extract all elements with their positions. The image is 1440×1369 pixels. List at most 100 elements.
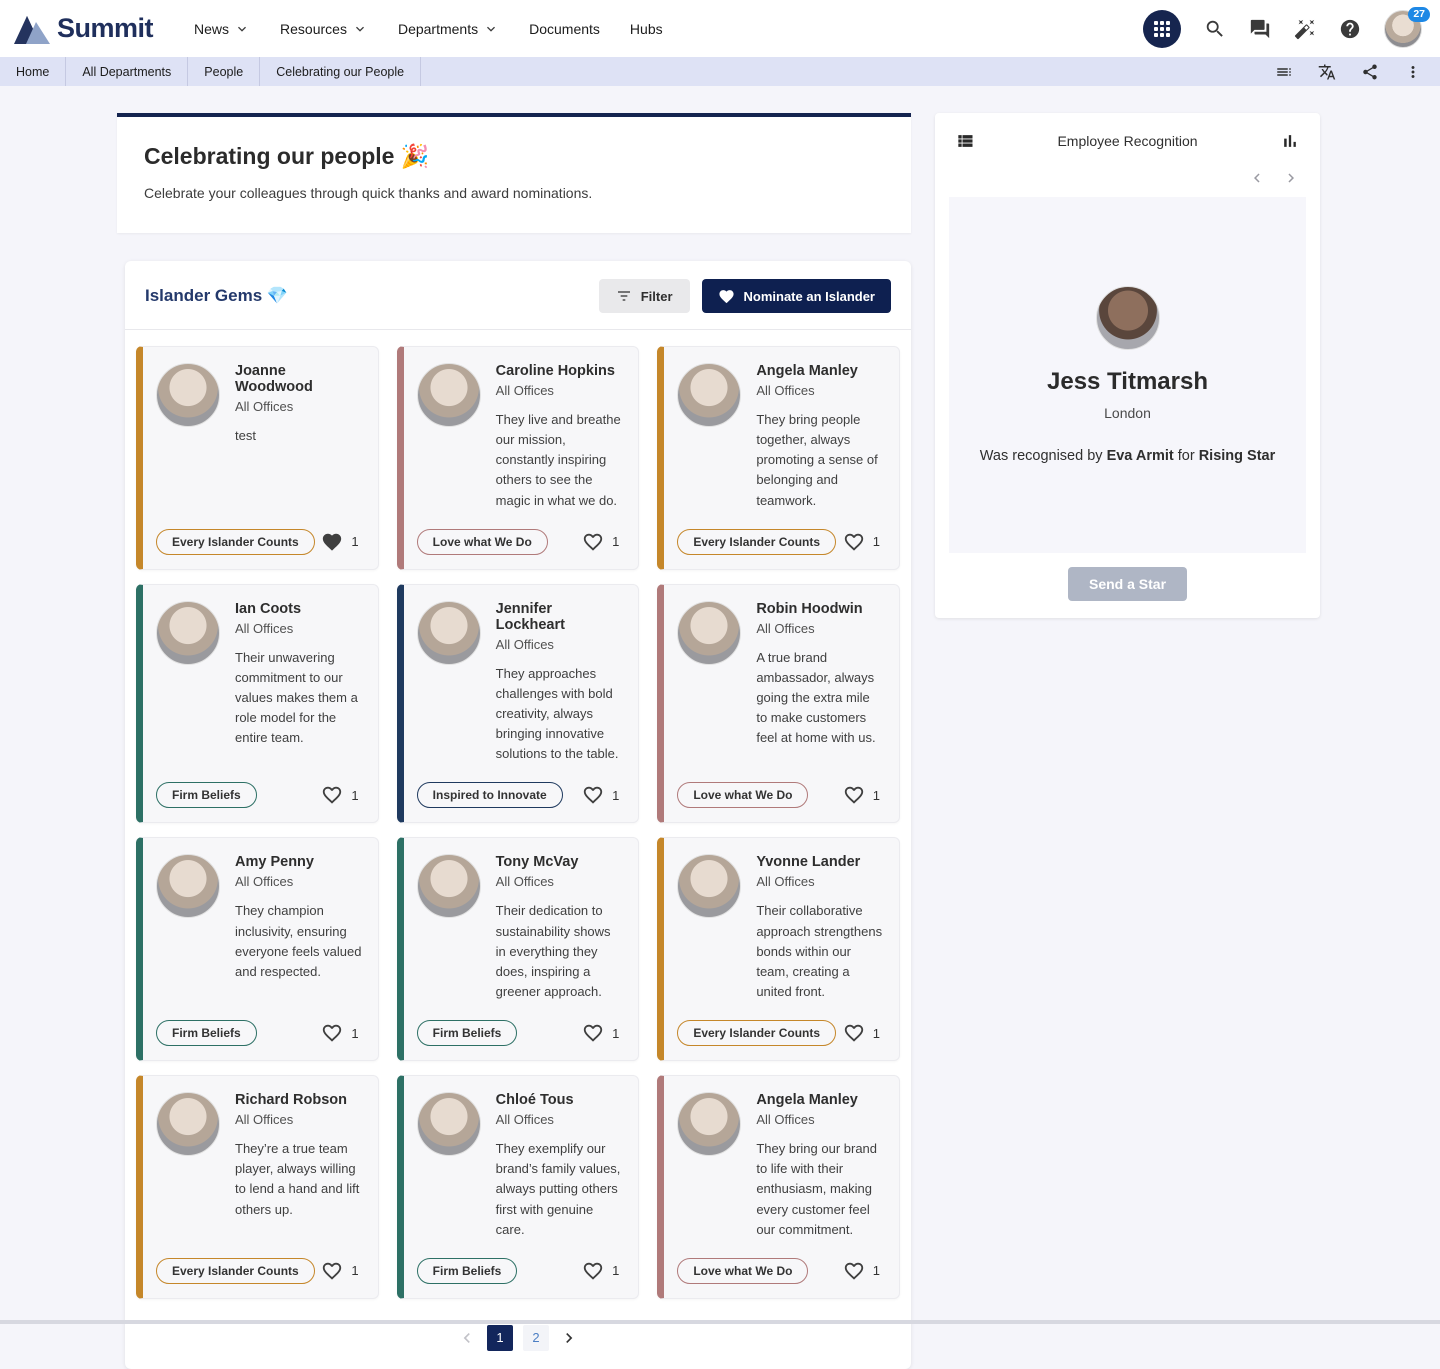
nav-item-label: News: [194, 21, 229, 37]
value-badge: Every Islander Counts: [156, 529, 315, 555]
value-badge: Love what We Do: [417, 529, 548, 555]
person-name: Yvonne Lander: [756, 854, 884, 870]
filter-button[interactable]: Filter: [599, 279, 690, 313]
value-badge: Love what We Do: [677, 1258, 808, 1284]
value-badge: Every Islander Counts: [677, 529, 836, 555]
nav-item-resources[interactable]: Resources: [265, 13, 383, 45]
more-menu-icon[interactable]: [1404, 63, 1422, 81]
share-icon[interactable]: [1361, 63, 1379, 81]
avatar: [677, 854, 741, 918]
breadcrumb-item-home[interactable]: Home: [0, 57, 66, 86]
magic-wand-icon[interactable]: [1294, 18, 1316, 40]
heart-outline-icon[interactable]: [582, 1022, 604, 1044]
breadcrumb-label: People: [204, 65, 243, 79]
person-office: All Offices: [496, 1112, 624, 1127]
recognition-line: Was recognised by Eva Armit for Rising S…: [980, 448, 1276, 464]
breadcrumb-label: Celebrating our People: [276, 65, 404, 79]
apps-grid-button[interactable]: [1143, 10, 1181, 48]
list-view-toggle-icon[interactable]: [955, 131, 975, 151]
user-avatar[interactable]: 27: [1384, 10, 1422, 48]
nav-item-hubs[interactable]: Hubs: [615, 13, 678, 45]
recognised-person-avatar: [1096, 286, 1160, 350]
heart-filled-icon[interactable]: [321, 531, 343, 553]
person-office: All Offices: [756, 1112, 884, 1127]
heart-outline-icon[interactable]: [582, 1260, 604, 1282]
person-name: Caroline Hopkins: [496, 363, 624, 379]
prev-page-icon[interactable]: [457, 1328, 477, 1348]
recognition-card: Yvonne Lander All Offices Their collabor…: [657, 837, 900, 1061]
send-a-star-button[interactable]: Send a Star: [1068, 567, 1187, 601]
apps-grid-icon: [1154, 21, 1170, 37]
nominate-button[interactable]: Nominate an Islander: [702, 279, 891, 313]
notification-badge: 27: [1408, 7, 1430, 22]
breadcrumb-label: All Departments: [82, 65, 171, 79]
heart-outline-icon[interactable]: [321, 1260, 343, 1282]
value-badge: Every Islander Counts: [156, 1258, 315, 1284]
value-badge: Every Islander Counts: [677, 1020, 836, 1046]
person-name: Amy Penny: [235, 854, 363, 870]
avatar: [417, 1092, 481, 1156]
summit-logo[interactable]: Summit: [14, 13, 153, 44]
like-count: 1: [351, 1263, 358, 1278]
recognition-card: Angela Manley All Offices They bring peo…: [657, 346, 900, 570]
bottom-strip: [0, 1320, 1440, 1324]
recognition-prefix: Was recognised by: [980, 448, 1103, 464]
recognised-by-name: Eva Armit: [1107, 448, 1174, 464]
avatar: [417, 854, 481, 918]
breadcrumb-label: Home: [16, 65, 49, 79]
heart-outline-icon[interactable]: [321, 784, 343, 806]
like-count: 1: [351, 788, 358, 803]
person-office: All Offices: [496, 637, 624, 652]
recognition-description: They bring our brand to life with their …: [756, 1139, 884, 1240]
like-count: 1: [612, 788, 619, 803]
recognition-card: Jennifer Lockheart All Offices They appr…: [397, 584, 640, 824]
page-title: Celebrating our people 🎉: [144, 143, 884, 170]
like-count: 1: [873, 1263, 880, 1278]
recognition-panel: Jess Titmarsh London Was recognised by E…: [949, 197, 1306, 553]
main-nav: News Resources Departments Documents Hub…: [179, 13, 678, 45]
recognition-description: They live and breathe our mission, const…: [496, 410, 624, 511]
nav-item-label: Departments: [398, 21, 478, 37]
nav-item-news[interactable]: News: [179, 13, 265, 45]
widget-title: Employee Recognition: [975, 133, 1280, 149]
heart-outline-icon[interactable]: [582, 784, 604, 806]
chart-view-toggle-icon[interactable]: [1280, 131, 1300, 151]
next-recognition-icon[interactable]: [1282, 169, 1300, 187]
person-office: All Offices: [756, 383, 884, 398]
heart-outline-icon[interactable]: [843, 784, 865, 806]
help-icon[interactable]: [1339, 18, 1361, 40]
nav-item-departments[interactable]: Departments: [383, 13, 514, 45]
nav-item-label: Documents: [529, 21, 600, 37]
heart-outline-icon[interactable]: [843, 531, 865, 553]
breadcrumb-item-celebrating-our-people[interactable]: Celebrating our People: [260, 57, 421, 86]
page-button-2[interactable]: 2: [523, 1325, 549, 1351]
avatar: [677, 1092, 741, 1156]
chevron-down-icon: [483, 21, 499, 37]
breadcrumb-item-people[interactable]: People: [188, 57, 260, 86]
like-count: 1: [612, 1263, 619, 1278]
search-icon[interactable]: [1204, 18, 1226, 40]
heart-outline-icon[interactable]: [582, 531, 604, 553]
breadcrumb-item-all-departments[interactable]: All Departments: [66, 57, 188, 86]
person-office: All Offices: [235, 1112, 363, 1127]
mountain-logo-icon: [14, 14, 50, 44]
recognition-description: They bring people together, always promo…: [756, 410, 884, 511]
chat-icon[interactable]: [1249, 18, 1271, 40]
page-button-1[interactable]: 1: [487, 1325, 513, 1351]
previous-recognition-icon[interactable]: [1248, 169, 1266, 187]
heart-outline-icon[interactable]: [321, 1022, 343, 1044]
brand-name: Summit: [57, 13, 153, 44]
person-office: All Offices: [235, 399, 363, 414]
filter-button-label: Filter: [641, 289, 673, 304]
breadcrumb: Home All Departments People Celebrating our…: [0, 57, 421, 86]
heart-icon: [718, 288, 735, 305]
translate-icon[interactable]: [1318, 63, 1336, 81]
recognition-description: They’re a true team player, always willi…: [235, 1139, 363, 1220]
page-subtitle: Celebrate your colleagues through quick …: [144, 185, 884, 201]
nav-item-label: Hubs: [630, 21, 663, 37]
next-page-icon[interactable]: [559, 1328, 579, 1348]
list-view-icon[interactable]: [1275, 63, 1293, 81]
nav-item-documents[interactable]: Documents: [514, 13, 615, 45]
heart-outline-icon[interactable]: [843, 1022, 865, 1044]
heart-outline-icon[interactable]: [843, 1260, 865, 1282]
